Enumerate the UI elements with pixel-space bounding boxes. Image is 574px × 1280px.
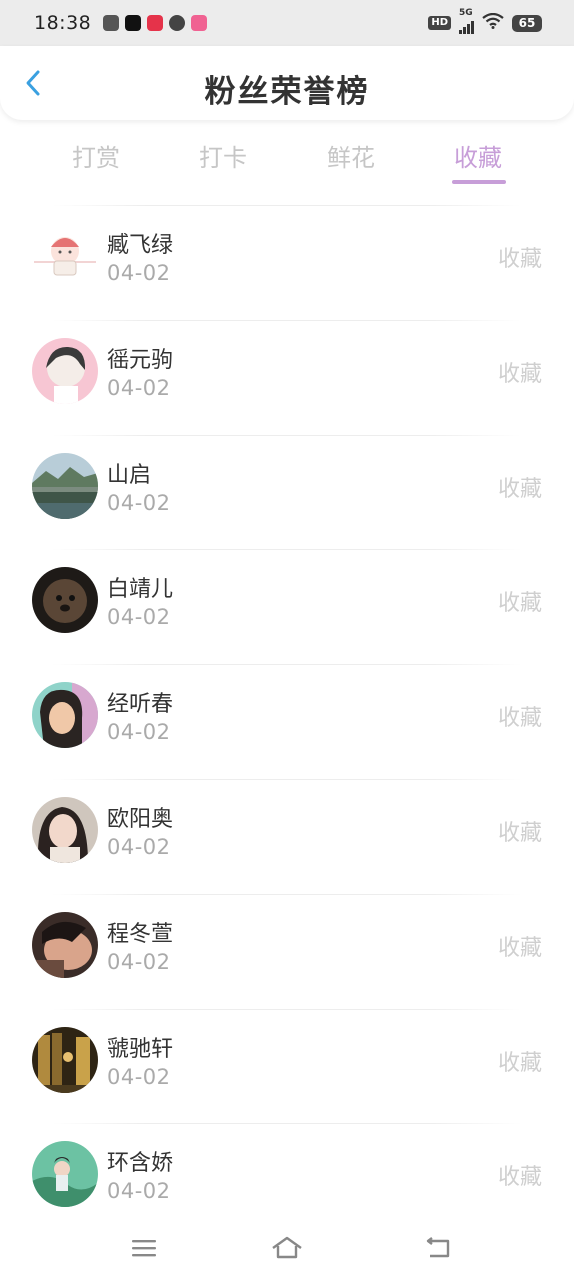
page-title: 粉丝荣誉榜: [204, 74, 370, 110]
system-nav-bar: [0, 1220, 574, 1280]
status-time: 18:38: [34, 12, 92, 34]
action-label: 收藏: [497, 1165, 542, 1191]
home-button[interactable]: [267, 1228, 307, 1268]
hd-badge: HD: [428, 16, 451, 30]
tab-active-indicator: [452, 180, 506, 184]
signal-icon: 5G: [459, 8, 474, 34]
row-divider: [52, 893, 522, 895]
avatar: [32, 337, 98, 404]
list-item[interactable]: 山启 04-02 收藏: [0, 434, 574, 550]
app-notification-icon: [125, 15, 142, 31]
status-app-icons: [103, 15, 208, 31]
action-label: 收藏: [497, 820, 542, 846]
list-item[interactable]: 臧飞绿 04-02 收藏: [0, 205, 574, 320]
wifi-icon: [482, 12, 504, 33]
app-notification-icon: [191, 15, 208, 31]
system-back-button[interactable]: [418, 1228, 458, 1268]
menu-icon: [132, 1240, 156, 1257]
avatar: [32, 682, 98, 749]
row-divider: [52, 549, 522, 551]
tab-reward[interactable]: 打赏: [51, 138, 141, 173]
list-item[interactable]: 虢驰轩 04-02 收藏: [0, 1008, 574, 1124]
avatar: [32, 1026, 98, 1093]
fan-name: 程冬萱: [107, 921, 174, 947]
avatar: [32, 911, 98, 978]
action-label: 收藏: [497, 361, 542, 387]
app-notification-icon: [103, 15, 120, 31]
fan-date: 04-02: [107, 261, 171, 285]
fan-date: 04-02: [107, 949, 171, 974]
list-item[interactable]: 徭元驹 04-02 收藏: [0, 319, 574, 435]
row-divider: [52, 778, 522, 780]
app-notification-icon: [147, 15, 164, 31]
fan-name: 环含娇: [107, 1151, 174, 1177]
app-notification-icon: [169, 15, 186, 31]
fan-name: 山启: [107, 462, 152, 488]
list-item[interactable]: 欧阳奥 04-02 收藏: [0, 778, 574, 894]
row-divider: [52, 1008, 522, 1010]
fan-name: 虢驰轩: [107, 1036, 174, 1062]
home-icon: [272, 1236, 302, 1259]
fan-name: 臧飞绿: [107, 233, 174, 258]
list-item[interactable]: 程冬萱 04-02 收藏: [0, 893, 574, 1009]
back-icon: [426, 1237, 450, 1258]
row-divider: [52, 1123, 522, 1125]
fan-honor-page: 18:38 HD 5G 65 粉丝荣誉榜 打赏 打卡 鲜花 收藏 臧飞绿 04-…: [0, 0, 574, 1280]
fan-date: 04-02: [107, 1179, 171, 1204]
battery-icon: 65: [512, 14, 542, 32]
tab-checkin[interactable]: 打卡: [178, 138, 268, 173]
fan-list: 臧飞绿 04-02 收藏 徭元驹 04-02 收藏 山启 04-02 收藏 白靖…: [0, 205, 574, 1238]
tab-bar: 打赏 打卡 鲜花 收藏: [0, 126, 574, 192]
top-header: 粉丝荣誉榜: [0, 46, 574, 120]
list-item[interactable]: 白靖儿 04-02 收藏: [0, 549, 574, 664]
fan-date: 04-02: [107, 834, 171, 859]
fan-name: 白靖儿: [107, 577, 174, 603]
action-label: 收藏: [497, 476, 542, 502]
row-divider: [52, 664, 522, 666]
tab-flowers[interactable]: 鲜花: [306, 138, 396, 173]
avatar: [32, 567, 98, 634]
status-bar: 18:38 HD 5G 65: [0, 0, 574, 46]
avatar: [32, 1141, 98, 1208]
fan-date: 04-02: [107, 375, 171, 400]
list-item[interactable]: 经听春 04-02 收藏: [0, 664, 574, 779]
fan-date: 04-02: [107, 720, 171, 745]
avatar: [32, 796, 98, 863]
avatar: [32, 223, 98, 289]
action-label: 收藏: [497, 935, 542, 961]
fan-date: 04-02: [107, 1064, 171, 1089]
fan-name: 徭元驹: [107, 347, 174, 373]
network-type: 5G: [459, 8, 473, 18]
fan-date: 04-02: [107, 490, 171, 515]
fan-name: 欧阳奥: [107, 806, 174, 832]
tab-favorites-label: 收藏: [454, 144, 502, 172]
row-divider: [52, 205, 522, 206]
avatar: [32, 452, 98, 519]
fan-date: 04-02: [107, 605, 171, 630]
row-divider: [52, 434, 522, 436]
action-label: 收藏: [497, 1050, 542, 1076]
row-divider: [52, 319, 522, 321]
fan-name: 经听春: [107, 692, 174, 718]
action-label: 收藏: [497, 247, 542, 272]
tab-favorites[interactable]: 收藏: [433, 138, 523, 184]
action-label: 收藏: [497, 591, 542, 617]
status-indicators: HD 5G 65: [428, 8, 542, 34]
action-label: 收藏: [497, 706, 542, 732]
menu-button[interactable]: [124, 1228, 164, 1268]
